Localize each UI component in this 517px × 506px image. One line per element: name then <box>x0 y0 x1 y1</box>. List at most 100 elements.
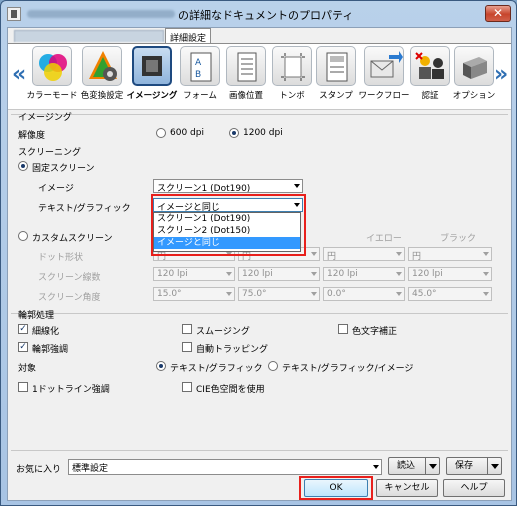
fixed-screen-label: 固定スクリーン <box>32 164 95 174</box>
target-text-radio[interactable] <box>156 361 166 371</box>
help-button[interactable]: ヘルプ <box>443 479 505 497</box>
title-bar: の詳細なドキュメントのプロパティ ✕ <box>1 1 516 28</box>
chevron-down-icon <box>483 272 489 276</box>
chevron-down-icon <box>311 272 317 276</box>
chevron-down-icon <box>226 272 232 276</box>
screen-lines-black-select[interactable]: 120 lpi <box>408 267 492 281</box>
toolbar-label: オプション <box>452 91 496 101</box>
column-yellow-header: イエロー <box>366 234 402 244</box>
window-title: の詳細なドキュメントのプロパティ <box>178 9 354 22</box>
favorites-select[interactable]: 標準設定 <box>68 459 382 475</box>
one-dot-line-checkbox[interactable] <box>18 382 28 392</box>
screen-angle-black-select[interactable]: 45.0° <box>408 287 492 301</box>
image-screen-select[interactable]: スクリーン1 (Dot190) <box>153 179 303 193</box>
image-position-icon <box>226 46 266 86</box>
save-button[interactable]: 保存 <box>446 457 502 475</box>
color-char-label: 色文字補正 <box>352 327 398 337</box>
chevron-down-icon <box>294 184 300 188</box>
chevron-down-icon <box>396 272 402 276</box>
dot-shape-black-select[interactable]: 円 <box>408 247 492 261</box>
load-button[interactable]: 読込 <box>388 457 440 475</box>
cie-checkbox[interactable] <box>182 382 192 392</box>
chevron-down-icon <box>396 292 402 296</box>
screen-angle-magenta-select[interactable]: 75.0° <box>238 287 320 301</box>
dpi-600-radio[interactable] <box>156 128 166 138</box>
screen-lines-cyan-select[interactable]: 120 lpi <box>153 267 235 281</box>
screen-lines-yellow-select[interactable]: 120 lpi <box>323 267 405 281</box>
stamp-icon <box>316 46 356 86</box>
option-icon <box>454 46 494 86</box>
chevron-down-icon <box>483 292 489 296</box>
highlight-box-ok <box>299 476 373 500</box>
chevron-down-icon <box>311 292 317 296</box>
favorites-label: お気に入り <box>16 465 62 475</box>
chevron-down-icon <box>483 252 489 256</box>
edge-enhance-label: 輪郭強調 <box>32 345 69 355</box>
chevron-down-icon[interactable] <box>487 458 501 474</box>
smoothing-checkbox[interactable] <box>182 324 192 334</box>
dpi-1200-radio[interactable] <box>229 128 239 138</box>
footer-divider <box>11 450 508 451</box>
custom-screen-label: カスタムスクリーン <box>32 234 113 244</box>
dpi-600-label: 600 dpi <box>170 128 204 138</box>
blurred-printer-name <box>27 10 175 18</box>
text-graphic-label: テキスト/グラフィック <box>38 204 131 214</box>
target-text-image-radio[interactable] <box>268 361 278 371</box>
svg-text:B: B <box>195 70 201 80</box>
dpi-1200-label: 1200 dpi <box>243 128 283 138</box>
custom-screen-radio[interactable] <box>18 231 28 241</box>
chevron-down-icon <box>311 252 317 256</box>
color-char-checkbox[interactable] <box>338 324 348 334</box>
svg-text:A: A <box>195 58 202 68</box>
tab-blurred[interactable] <box>14 30 164 42</box>
chevron-down-icon <box>373 465 379 469</box>
scroll-left-icon[interactable]: « <box>12 62 26 87</box>
highlight-box-dropdown <box>151 194 306 256</box>
edge-section-divider <box>11 313 508 314</box>
one-dot-line-label: 1ドットライン強調 <box>32 385 110 395</box>
color-mode-icon <box>32 46 72 86</box>
printer-app-icon <box>7 7 21 21</box>
target-label: 対象 <box>18 364 37 374</box>
cancel-button[interactable]: キャンセル <box>376 479 438 497</box>
thin-line-label: 細線化 <box>32 327 60 337</box>
tab-strip: 詳細設定 <box>8 28 511 44</box>
screen-angle-cyan-select[interactable]: 15.0° <box>153 287 235 301</box>
cie-label: CIE色空間を使用 <box>196 385 265 395</box>
chevron-down-icon <box>396 252 402 256</box>
auto-trap-label: 自動トラッピング <box>196 345 269 355</box>
smoothing-label: スムージング <box>196 327 250 337</box>
edge-enhance-checkbox[interactable]: ✓ <box>18 342 28 352</box>
authentication-icon <box>410 46 450 86</box>
edge-section-title: 輪郭処理 <box>18 311 55 321</box>
auto-trap-checkbox[interactable] <box>182 342 192 352</box>
imaging-section-divider <box>11 114 508 115</box>
dot-shape-yellow-select[interactable]: 円 <box>323 247 405 261</box>
column-black-header: ブラック <box>440 234 477 244</box>
close-button[interactable]: ✕ <box>485 5 511 22</box>
color-conversion-icon <box>82 46 122 86</box>
target-text-image-label: テキスト/グラフィック/イメージ <box>282 364 414 374</box>
screening-section-title: スクリーニング <box>18 148 82 158</box>
tab-detail-settings[interactable]: 詳細設定 <box>165 28 212 44</box>
imaging-section-title: イメージング <box>18 113 72 123</box>
toolbar-item-option[interactable]: オプション <box>448 46 500 108</box>
dialog-client: 詳細設定 « » カラーモード 色変換設定 イメージング A B フォーム 画像… <box>7 27 512 501</box>
screen-angle-yellow-select[interactable]: 0.0° <box>323 287 405 301</box>
chevron-down-icon <box>226 292 232 296</box>
crop-marks-icon <box>272 46 312 86</box>
chevron-down-icon[interactable] <box>425 458 439 474</box>
feature-icon-bar: « » カラーモード 色変換設定 イメージング A B フォーム 画像位置 トン… <box>8 44 511 110</box>
fixed-screen-radio[interactable] <box>18 161 28 171</box>
resolution-label: 解像度 <box>18 131 46 141</box>
workflow-icon <box>364 46 404 86</box>
screen-angle-label: スクリーン角度 <box>38 293 101 303</box>
target-text-label: テキスト/グラフィック <box>170 364 263 374</box>
dialog-window: の詳細なドキュメントのプロパティ ✕ 詳細設定 « » カラーモード 色変換設定 <box>0 0 517 506</box>
thin-line-checkbox[interactable]: ✓ <box>18 324 28 334</box>
dot-shape-label: ドット形状 <box>38 253 84 263</box>
screen-lines-label: スクリーン線数 <box>38 273 101 283</box>
screen-lines-magenta-select[interactable]: 120 lpi <box>238 267 320 281</box>
image-label: イメージ <box>38 184 74 194</box>
imaging-icon <box>132 46 172 86</box>
